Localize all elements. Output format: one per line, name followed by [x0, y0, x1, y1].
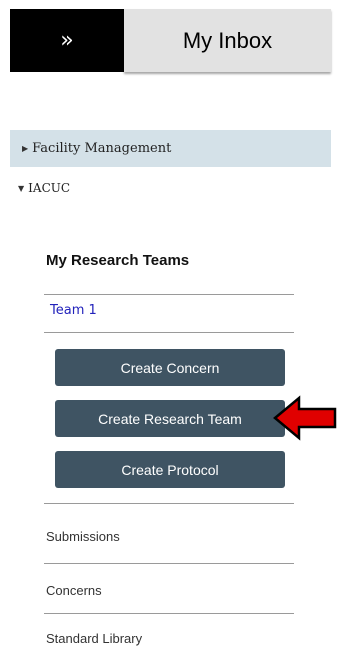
nav-item-label: IACUC [28, 181, 71, 195]
section-heading-my-research-teams: My Research Teams [46, 252, 190, 269]
create-concern-button[interactable]: Create Concern [55, 349, 285, 386]
standard-library-link[interactable]: Standard Library [46, 631, 142, 646]
double-chevron-right-icon: » [60, 28, 74, 53]
caret-down-icon: ▼ [18, 183, 25, 193]
divider [44, 613, 294, 614]
create-research-team-button[interactable]: Create Research Team [55, 400, 285, 437]
red-arrow-annotation-icon [273, 395, 337, 441]
nav-item-facility-management[interactable]: ▶ Facility Management [10, 130, 331, 167]
divider [44, 563, 294, 564]
divider [44, 332, 294, 333]
nav-item-label: Facility Management [32, 141, 172, 156]
concerns-link[interactable]: Concerns [46, 583, 102, 598]
team-link[interactable]: Team 1 [50, 303, 97, 318]
top-bar: » My Inbox [10, 9, 331, 72]
divider [44, 503, 294, 504]
expand-sidebar-button[interactable]: » [10, 9, 124, 72]
my-inbox-title[interactable]: My Inbox [124, 9, 331, 72]
submissions-link[interactable]: Submissions [46, 529, 120, 544]
caret-right-icon: ▶ [22, 144, 29, 153]
create-protocol-button[interactable]: Create Protocol [55, 451, 285, 488]
nav-item-iacuc[interactable]: ▼ IACUC [18, 175, 339, 201]
divider [44, 294, 294, 295]
